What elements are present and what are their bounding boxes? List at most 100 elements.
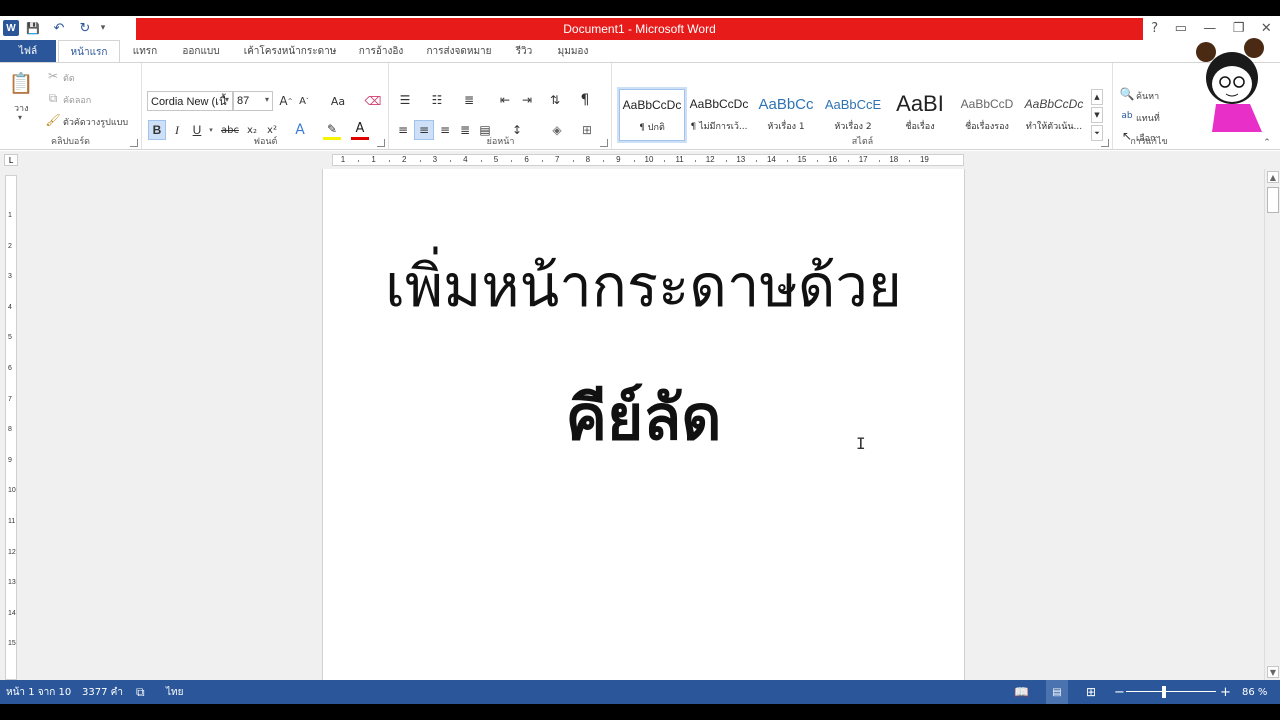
tab-file[interactable]: ไฟล์ <box>0 40 56 62</box>
help-icon[interactable]: ? <box>1151 21 1158 36</box>
ribbon: 📋 วาง ▾ ✂ ตัด ⧉ คัดลอก 🖌 ตัวคัดวางรูปแบบ… <box>0 62 1280 150</box>
grow-font-icon[interactable]: A ^ <box>278 93 294 109</box>
bullets-icon[interactable]: ☰ <box>394 91 416 109</box>
paste-icon[interactable]: 📋 <box>8 69 34 97</box>
clipboard-launcher-icon[interactable] <box>130 139 138 147</box>
close-icon[interactable]: ✕ <box>1261 21 1272 36</box>
print-layout-icon[interactable]: ▤ <box>1046 680 1068 704</box>
redo-icon[interactable]: ↻ <box>74 17 96 39</box>
save-icon[interactable]: 💾 <box>22 17 44 39</box>
ruler-number: 18 <box>889 155 899 164</box>
customize-qat-icon[interactable]: ▾ <box>96 17 110 39</box>
document-text-line-2[interactable]: คีย์ลัด <box>323 369 964 467</box>
format-painter-button[interactable]: ตัวคัดวางรูปแบบ <box>63 115 128 129</box>
tab-home[interactable]: หน้าแรก <box>58 40 120 63</box>
replace-button[interactable]: แทนที่ <box>1136 111 1160 125</box>
font-group: Cordia New (เนื้ ▾ 87 ▾ A ^ Aˇ Aa ⌫ B I U ▾… <box>143 63 389 149</box>
font-name-combo[interactable]: Cordia New (เนื้ ▾ <box>147 91 233 111</box>
tab-references[interactable]: การอ้างอิง <box>350 40 412 62</box>
text-cursor-icon: I <box>856 434 866 453</box>
editing-group-label: การแก้ไข <box>1130 137 1168 147</box>
styles-scroll-down-icon[interactable]: ▼ <box>1091 107 1103 123</box>
ruler-tick <box>664 160 666 162</box>
styles-group: AaBbCcDc ¶ ปกติ AaBbCcDc ¶ ไม่มีการเว้..… <box>613 63 1113 149</box>
ruler-number: 3 <box>8 273 12 281</box>
clipboard-group: 📋 วาง ▾ ✂ ตัด ⧉ คัดลอก 🖌 ตัวคัดวางรูปแบบ… <box>0 63 142 149</box>
copy-button[interactable]: คัดลอก <box>63 93 91 107</box>
shrink-font-icon[interactable]: Aˇ <box>296 93 312 109</box>
ribbon-display-options-icon[interactable]: ▭ <box>1175 21 1187 36</box>
tab-mailings[interactable]: การส่งจดหมาย <box>420 40 498 62</box>
ruler-tick <box>358 160 360 162</box>
ruler-number: 16 <box>828 155 838 164</box>
change-case-icon[interactable]: Aa <box>325 93 351 109</box>
web-layout-icon[interactable]: ⊞ <box>1086 680 1096 704</box>
horizontal-ruler[interactable]: 1 1 2 3 4 5 6 7 8 9 10 11 12 13 14 15 16 17 18 19 <box>332 154 964 166</box>
paragraph-group: ☰ ☷ ≣ ⇤ ⇥ ⇅ ¶ ≡ ≡ ≡ ≣ ▤ ↕ ◈ ⊞ ย่อหน้า <box>390 63 612 149</box>
font-size-combo[interactable]: 87 ▾ <box>233 91 273 111</box>
collapse-ribbon-icon[interactable]: ⌃ <box>1260 137 1274 149</box>
cut-icon[interactable]: ✂ <box>46 69 60 83</box>
show-formatting-icon[interactable]: ¶ <box>576 91 594 109</box>
word-app-icon[interactable]: W <box>0 17 22 39</box>
paragraph-launcher-icon[interactable] <box>600 139 608 147</box>
clear-formatting-icon[interactable]: ⌫ <box>365 93 382 109</box>
proofing-icon[interactable]: ⧉ <box>136 680 145 704</box>
ruler-tick <box>786 160 788 162</box>
zoom-slider-thumb[interactable] <box>1162 686 1166 698</box>
zoom-slider[interactable] <box>1124 680 1218 704</box>
ruler-tick <box>480 160 482 162</box>
ruler-number: 11 <box>675 155 684 164</box>
zoom-level[interactable]: 86 % <box>1242 680 1267 704</box>
language-indicator[interactable]: ไทย <box>166 680 183 704</box>
maximize-icon[interactable]: ❐ <box>1233 21 1245 36</box>
styles-scroll-up-icon[interactable]: ▲ <box>1091 89 1103 105</box>
vertical-scrollbar[interactable]: ▲ ▼ <box>1264 169 1280 680</box>
ruler-number: 12 <box>8 548 16 556</box>
find-icon[interactable]: 🔍 <box>1120 87 1135 101</box>
ruler-number: 1 <box>340 155 346 164</box>
ruler-number: 8 <box>8 426 12 434</box>
ruler-number: 15 <box>8 640 16 648</box>
scroll-up-icon[interactable]: ▲ <box>1267 171 1279 183</box>
ruler-number: 4 <box>8 303 12 311</box>
page-count[interactable]: หน้า 1 จาก 10 <box>6 680 71 704</box>
decrease-indent-icon[interactable]: ⇤ <box>496 91 514 109</box>
tab-layout[interactable]: เค้าโครงหน้ากระดาษ <box>238 40 342 62</box>
ruler-number: 15 <box>797 155 807 164</box>
tab-selector[interactable]: L <box>4 154 18 166</box>
ruler-number: 1 <box>8 212 12 219</box>
sort-icon[interactable]: ⇅ <box>546 91 564 109</box>
scroll-down-icon[interactable]: ▼ <box>1267 666 1279 678</box>
increase-indent-icon[interactable]: ⇥ <box>518 91 536 109</box>
find-button[interactable]: ค้นหา <box>1136 89 1159 103</box>
undo-icon[interactable]: ↶ <box>44 17 74 39</box>
numbering-icon[interactable]: ☷ <box>426 91 448 109</box>
ruler-tick <box>603 160 605 162</box>
minimize-icon[interactable]: — <box>1203 21 1216 36</box>
tab-view[interactable]: มุมมอง <box>550 40 596 62</box>
ruler-tick <box>541 160 543 162</box>
read-mode-icon[interactable]: 📖 <box>1014 680 1029 704</box>
ribbon-tabs: ไฟล์ หน้าแรก แทรก ออกแบบ เค้าโครงหน้ากระ… <box>0 40 1280 63</box>
word-count[interactable]: 3377 คำ <box>82 680 123 704</box>
account-avatar[interactable] <box>1192 38 1276 138</box>
tab-design[interactable]: ออกแบบ <box>172 40 230 62</box>
ruler-row: L 1 1 2 3 4 5 6 7 8 9 10 11 12 13 14 15 16 17 18 19 <box>0 151 1280 169</box>
styles-launcher-icon[interactable] <box>1101 139 1109 147</box>
tab-review[interactable]: รีวิว <box>506 40 542 62</box>
paste-dropdown-icon[interactable]: ▾ <box>18 113 22 122</box>
copy-icon[interactable]: ⧉ <box>46 91 60 105</box>
tab-insert[interactable]: แทรก <box>124 40 166 62</box>
font-launcher-icon[interactable] <box>377 139 385 147</box>
document-text-line-1[interactable]: เพิ่มหน้ากระดาษด้วย <box>323 239 964 332</box>
format-painter-icon[interactable]: 🖌 <box>45 113 60 127</box>
vertical-ruler[interactable]: 1 2 3 4 5 6 7 8 9 10 11 12 13 14 15 <box>5 175 17 680</box>
scroll-thumb[interactable] <box>1267 187 1279 213</box>
ruler-tick <box>847 160 849 162</box>
cut-button[interactable]: ตัด <box>63 71 75 85</box>
zoom-in-button[interactable]: + <box>1220 680 1231 704</box>
document-page[interactable]: เพิ่มหน้ากระดาษด้วย คีย์ลัด <box>322 169 965 680</box>
multilevel-list-icon[interactable]: ≣ <box>458 91 480 109</box>
replace-icon[interactable]: ab <box>1120 109 1134 123</box>
